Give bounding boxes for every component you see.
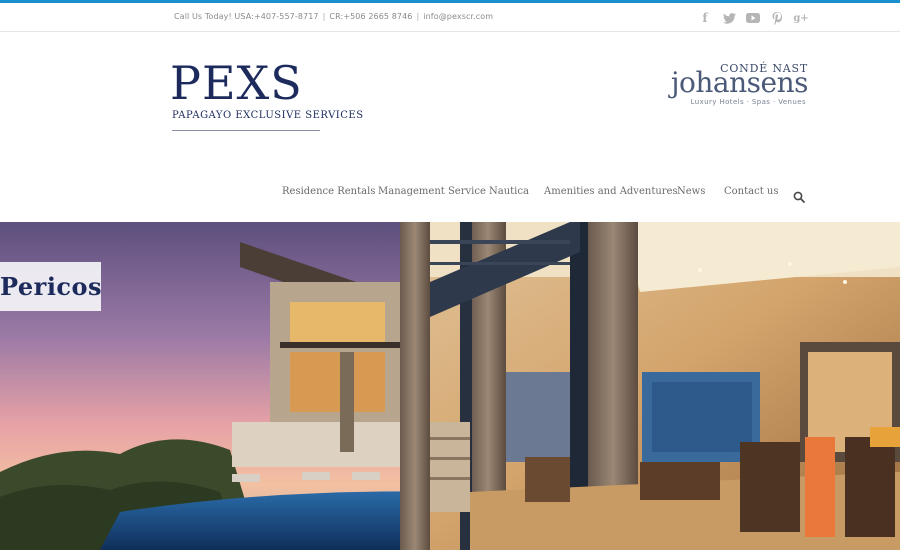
hero-caption: Pericos bbox=[0, 272, 103, 301]
twitter-icon[interactable] bbox=[721, 10, 737, 26]
logo-subtitle: PAPAGAYO EXCLUSIVE SERVICES bbox=[172, 110, 364, 121]
hero-caption-box: Pericos bbox=[0, 262, 103, 311]
conde-nast-johansens-logo[interactable]: CONDÉ NAST johansens Luxury Hotels · Spa… bbox=[671, 62, 810, 112]
partner-main-text: johansens bbox=[670, 66, 809, 99]
nav-amenities-adventures[interactable]: Amenities and Adventures bbox=[544, 186, 678, 202]
pexs-logo[interactable]: PEXS PAPAGAYO EXCLUSIVE SERVICES bbox=[170, 56, 363, 138]
nav-residence-rentals[interactable]: Residence Rentals bbox=[282, 186, 375, 202]
logo-wordmark: PEXS bbox=[170, 56, 303, 110]
separator: | bbox=[416, 12, 420, 21]
nav-news[interactable]: News bbox=[677, 186, 705, 202]
hero-image bbox=[0, 222, 900, 550]
logo-underline bbox=[172, 130, 320, 131]
top-bar: Call Us Today! USA:+407-557-8717 | CR:+506… bbox=[0, 3, 900, 32]
nav-contact-us[interactable]: Contact us bbox=[724, 186, 778, 202]
separator: | bbox=[322, 12, 326, 21]
partner-tagline: Luxury Hotels · Spas · Venues bbox=[690, 98, 806, 106]
search-icon[interactable] bbox=[793, 188, 805, 203]
googleplus-icon[interactable]: g+ bbox=[793, 10, 809, 26]
nav-nautica[interactable]: Nautica bbox=[489, 186, 529, 202]
facebook-icon[interactable]: f bbox=[698, 10, 712, 26]
phone-cr: CR:+506 2665 8746 bbox=[329, 12, 413, 21]
youtube-icon[interactable] bbox=[745, 10, 761, 26]
contact-info: Call Us Today! USA:+407-557-8717 | CR:+506… bbox=[174, 12, 493, 21]
phone-usa: Call Us Today! USA:+407-557-8717 bbox=[174, 12, 319, 21]
email-link[interactable]: info@pexscr.com bbox=[423, 12, 493, 21]
pinterest-icon[interactable] bbox=[770, 10, 784, 26]
nav-management-service[interactable]: Management Service bbox=[378, 186, 486, 202]
